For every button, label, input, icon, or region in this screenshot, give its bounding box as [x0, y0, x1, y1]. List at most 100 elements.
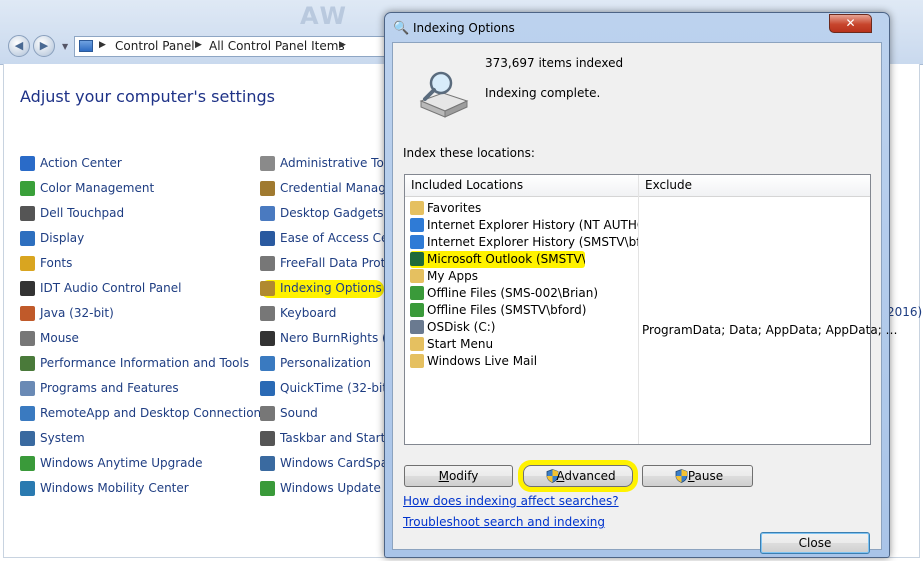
control-panel-item-label: Mouse	[40, 331, 79, 345]
control-panel-item-label: Administrative Tools	[280, 156, 386, 170]
flag-icon	[20, 156, 35, 171]
control-panel-item-label: Sound	[280, 406, 318, 420]
location-label: Offline Files (SMSTV\bford)	[427, 303, 587, 317]
control-panel-item-label: Windows Update	[280, 481, 381, 495]
windows-icon	[20, 456, 35, 471]
location-label: Windows Live Mail	[427, 354, 538, 368]
folder-icon	[410, 269, 424, 283]
location-label: Internet Explorer History (SMSTV\bford)	[427, 235, 638, 249]
close-button[interactable]: Close	[760, 532, 870, 554]
modify-button-label: Modify	[438, 469, 479, 483]
keyboard-icon	[260, 306, 275, 321]
background-title-fragment: AW	[300, 2, 348, 30]
exclude-value: ProgramData; Data; AppData; AppData; …	[642, 323, 898, 337]
control-panel-item-label: Desktop Gadgets	[280, 206, 384, 220]
freefall-icon	[260, 256, 275, 271]
sound-icon	[260, 406, 275, 421]
location-label: Microsoft Outlook (SMSTV\bford)	[427, 252, 585, 266]
control-panel-item-label: Display	[40, 231, 85, 245]
advanced-button[interactable]: Advanced	[523, 465, 633, 487]
location-label: My Apps	[427, 269, 478, 283]
address-bar[interactable]: ▶ Control Panel ▶ All Control Panel Item…	[74, 36, 394, 57]
location-row[interactable]: Windows Live Mail	[410, 353, 638, 370]
control-panel-item-label: IDT Audio Control Panel	[40, 281, 182, 295]
location-row[interactable]: Offline Files (SMS-002\Brian)	[410, 285, 638, 302]
control-panel-item-label: Dell Touchpad	[40, 206, 125, 220]
control-panel-item-label: FreeFall Data Protection	[280, 256, 386, 270]
control-panel-item-label: Fonts	[40, 256, 73, 270]
column-divider[interactable]	[638, 175, 639, 444]
audio-icon	[20, 281, 35, 296]
forward-button[interactable]: ▶	[33, 35, 55, 57]
remote-icon	[20, 406, 35, 421]
exclude-column-header[interactable]: Exclude	[645, 178, 692, 192]
close-window-button[interactable]: ✕	[829, 14, 872, 33]
indexing-status: Indexing complete.	[485, 86, 601, 100]
performance-icon	[20, 356, 35, 371]
location-row[interactable]: Favorites	[410, 200, 638, 217]
ease-access-icon	[260, 231, 275, 246]
breadcrumb-chevron-icon[interactable]: ▶	[99, 40, 106, 50]
control-panel-icon	[79, 40, 93, 52]
offline-files-icon	[410, 303, 424, 317]
location-row[interactable]: Internet Explorer History (SMSTV\bford)	[410, 234, 638, 251]
control-panel-item-label: Performance Information and Tools	[40, 356, 250, 370]
pause-button-label: Pause	[687, 469, 724, 483]
indexing-options-dialog: 🔍 Indexing Options ✕ 373,697 items index…	[384, 12, 898, 558]
control-panel-item-label: Java (32-bit)	[40, 306, 114, 320]
fonts-icon	[20, 256, 35, 271]
dialog-body: 373,697 items indexed Indexing complete.…	[392, 42, 898, 554]
how-indexing-affects-link[interactable]: How does indexing affect searches?	[403, 494, 619, 508]
included-locations-column-header[interactable]: Included Locations	[411, 178, 523, 192]
control-panel-item-label: Indexing Options	[280, 281, 382, 295]
location-row[interactable]: OSDisk (C:)	[410, 319, 638, 336]
taskbar-icon	[260, 431, 275, 446]
breadcrumb-all-items[interactable]: All Control Panel Items	[209, 39, 345, 53]
close-button-label: Close	[798, 536, 832, 550]
location-row[interactable]: Microsoft Outlook (SMSTV\bford)	[410, 251, 585, 268]
mouse-icon	[20, 331, 35, 346]
credential-icon	[260, 181, 275, 196]
quicktime-icon	[260, 381, 275, 396]
control-panel-item-label: QuickTime (32-bit)	[280, 381, 386, 395]
modify-button[interactable]: Modify	[404, 465, 513, 487]
location-row[interactable]: Offline Files (SMSTV\bford)	[410, 302, 638, 319]
ie-icon	[410, 218, 424, 232]
personalization-icon	[260, 356, 275, 371]
location-row[interactable]: Start Menu	[410, 336, 638, 353]
indexing-icon	[260, 281, 275, 296]
history-dropdown-icon[interactable]: ▼	[62, 42, 68, 51]
gadgets-icon	[260, 206, 275, 221]
color-icon	[20, 181, 35, 196]
location-label: Offline Files (SMS-002\Brian)	[427, 286, 599, 300]
nero-icon	[260, 331, 275, 346]
location-label: Favorites	[427, 201, 482, 215]
locations-list[interactable]: Included Locations Exclude Favorites Inte…	[404, 174, 898, 445]
ie-icon	[410, 235, 424, 249]
outlook-icon	[410, 252, 424, 266]
breadcrumb-chevron-icon[interactable]: ▶	[339, 40, 346, 50]
indexing-drive-icon	[419, 71, 469, 118]
pause-button[interactable]: Pause	[642, 465, 753, 487]
troubleshoot-link[interactable]: Troubleshoot search and indexing	[403, 515, 605, 529]
location-label: Start Menu	[427, 337, 494, 351]
right-item-5[interactable]: Indexing Options	[260, 280, 384, 298]
location-label: Internet Explorer History (NT AUTHORIT…	[427, 218, 638, 232]
location-row[interactable]: My Apps	[410, 268, 638, 285]
folder-icon	[410, 337, 424, 351]
control-panel-item-label: Credential Manager	[280, 181, 386, 195]
back-button[interactable]: ◀	[8, 35, 30, 57]
dialog-title: Indexing Options	[413, 21, 515, 35]
forward-arrow-icon: ▶	[39, 39, 49, 52]
location-row[interactable]: Internet Explorer History (NT AUTHORIT…	[410, 217, 638, 234]
programs-icon	[20, 381, 35, 396]
drive-icon	[410, 320, 424, 334]
items-indexed-count: 373,697 items indexed	[485, 56, 624, 70]
page-title: Adjust your computer's settings	[20, 87, 275, 106]
control-panel-item-label: Nero BurnRights (32-bit)	[280, 331, 386, 345]
breadcrumb-control-panel[interactable]: Control Panel	[115, 39, 195, 53]
magnifier-icon: 🔍	[393, 21, 410, 36]
breadcrumb-chevron-icon[interactable]: ▶	[195, 40, 202, 50]
offline-files-icon	[410, 286, 424, 300]
folder-icon	[410, 354, 424, 368]
